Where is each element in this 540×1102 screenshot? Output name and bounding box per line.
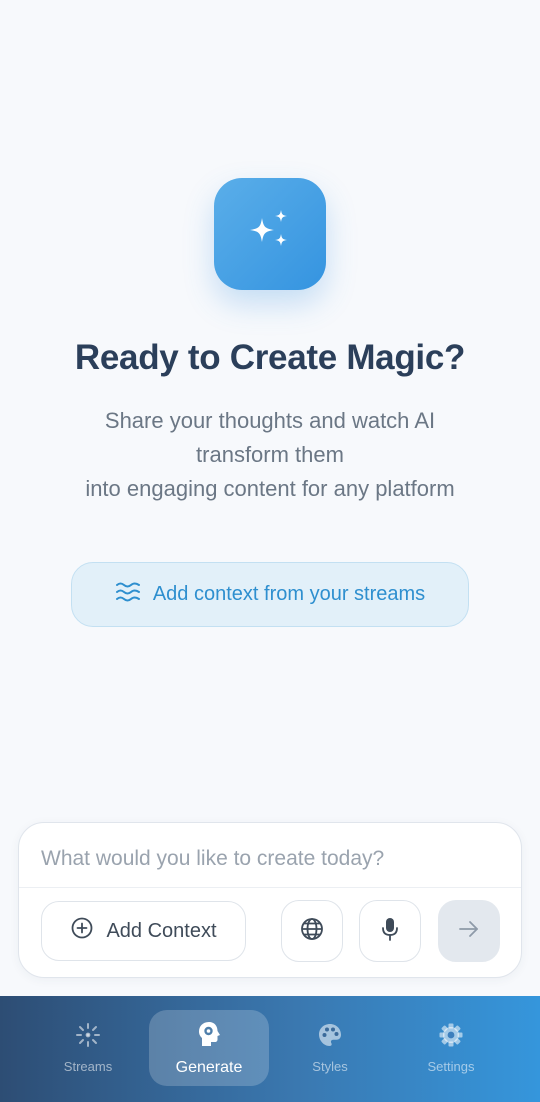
arrow-right-icon [457,917,481,946]
page-title: Ready to Create Magic? [74,338,466,377]
palette-icon [317,1022,343,1053]
tab-label: Settings [427,1059,475,1074]
microphone-icon [378,916,402,947]
tab-label: Styles [312,1059,348,1074]
tab-label: Streams [63,1059,113,1074]
globe-icon [299,916,325,947]
bottom-tab-bar: Streams Generate Styles Settings [0,996,540,1102]
generate-screen: Ready to Create Magic? Share your though… [0,0,540,1102]
prompt-composer: Add Context [18,822,522,978]
tab-settings[interactable]: Settings [391,1010,511,1086]
tab-streams[interactable]: Streams [28,1010,148,1086]
streams-icon [75,1022,101,1053]
send-button[interactable] [438,900,500,962]
subtitle-line: into engaging content for any platform [85,476,455,501]
gear-icon [438,1022,464,1053]
waves-icon [115,581,141,609]
tab-label: Generate [175,1058,243,1076]
sparkles-icon [214,178,326,290]
add-context-button[interactable]: Add Context [41,901,246,961]
add-context-from-streams-button[interactable]: Add context from your streams [71,562,469,627]
plus-circle-icon [70,916,94,946]
composer-divider [19,887,521,888]
web-search-button[interactable] [281,900,343,962]
brain-gear-icon [196,1020,222,1053]
tab-generate[interactable]: Generate [149,1010,269,1086]
subtitle-line: transform them [196,442,344,467]
add-context-label: Add Context [106,919,217,942]
voice-input-button[interactable] [359,900,421,962]
subtitle-line: Share your thoughts and watch AI [104,408,436,433]
add-context-from-streams-label: Add context from your streams [152,583,426,605]
prompt-input[interactable] [41,833,501,885]
page-subtitle: Share your thoughts and watch AI transfo… [40,404,500,506]
tab-styles[interactable]: Styles [270,1010,390,1086]
